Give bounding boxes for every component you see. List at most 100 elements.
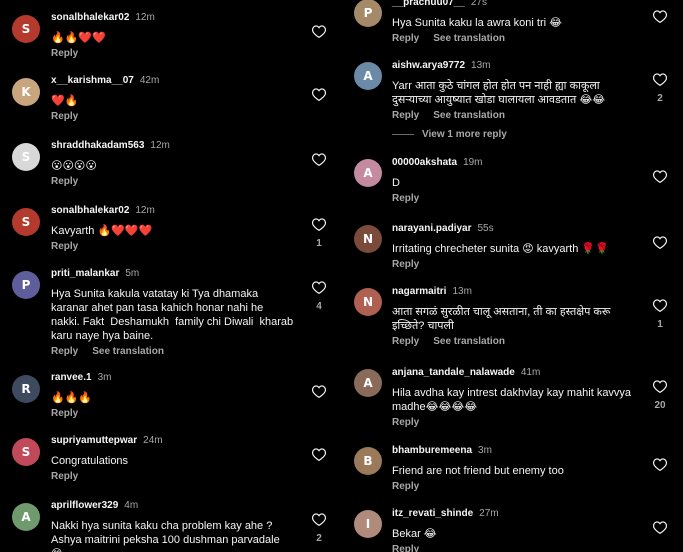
username-link[interactable]: anjana_tandale_nalawade: [392, 367, 515, 378]
comment-actions: Reply: [392, 544, 433, 552]
see-translation-button[interactable]: See translation: [433, 336, 505, 347]
comment-header: priti_malankar 5m: [51, 268, 139, 280]
comment-header: __prachuu07__ 27s: [392, 0, 487, 9]
heart-icon[interactable]: [312, 25, 326, 38]
avatar[interactable]: B: [354, 447, 382, 475]
username-link[interactable]: bhamburemeena: [392, 445, 472, 456]
username-link[interactable]: nagarmaitri: [392, 286, 446, 297]
comment-text: Friend are not friend but enemy too: [392, 465, 564, 477]
reply-button[interactable]: Reply: [51, 111, 78, 122]
avatar[interactable]: A: [354, 159, 382, 187]
reply-button[interactable]: Reply: [51, 176, 78, 187]
avatar[interactable]: N: [354, 288, 382, 316]
reply-button[interactable]: Reply: [392, 259, 419, 270]
comment-time: 13m: [452, 286, 472, 297]
heart-icon[interactable]: [653, 170, 667, 183]
avatar[interactable]: S: [12, 143, 40, 171]
comment-text: आता सगळं सुरळीत चालू असताना, ती का हस्तक…: [392, 306, 611, 332]
heart-icon[interactable]: [312, 218, 326, 231]
like-control: 2: [650, 73, 670, 104]
comment-header: supriyamuttepwar 24m: [51, 435, 163, 447]
heart-icon[interactable]: [653, 521, 667, 534]
comment-text: 🔥🔥❤️❤️: [51, 32, 106, 44]
reply-button[interactable]: Reply: [51, 346, 78, 357]
comment-actions: Reply: [392, 259, 433, 271]
username-link[interactable]: itz_revati_shinde: [392, 508, 473, 519]
avatar[interactable]: S: [12, 208, 40, 236]
heart-icon[interactable]: [653, 299, 667, 312]
username-link[interactable]: aishw.arya9772: [392, 60, 465, 71]
avatar[interactable]: P: [354, 0, 382, 27]
avatar[interactable]: R: [12, 375, 40, 403]
avatar[interactable]: S: [12, 15, 40, 43]
username-link[interactable]: shraddhakadam563: [51, 140, 144, 151]
reply-button[interactable]: Reply: [392, 110, 419, 121]
comment-actions: Reply: [392, 417, 433, 429]
comment-time: 12m: [135, 205, 155, 216]
username-link[interactable]: supriyamuttepwar: [51, 435, 137, 446]
heart-icon[interactable]: [312, 153, 326, 166]
avatar-initial: N: [362, 295, 374, 309]
heart-icon[interactable]: [653, 458, 667, 471]
comment-header: sonalbhalekar02 12m: [51, 205, 155, 217]
heart-icon[interactable]: [653, 380, 667, 393]
reply-button[interactable]: Reply: [51, 471, 78, 482]
avatar[interactable]: I: [354, 510, 382, 538]
avatar[interactable]: N: [354, 225, 382, 253]
view-more-replies-button[interactable]: View 1 more reply: [392, 129, 507, 140]
reply-button[interactable]: Reply: [392, 336, 419, 347]
like-control: [650, 170, 670, 190]
heart-icon[interactable]: [312, 513, 326, 526]
avatar[interactable]: K: [12, 78, 40, 106]
avatar[interactable]: P: [12, 271, 40, 299]
username-link[interactable]: sonalbhalekar02: [51, 12, 129, 23]
like-control: [309, 88, 329, 108]
heart-icon[interactable]: [653, 236, 667, 249]
see-translation-button[interactable]: See translation: [92, 346, 164, 357]
heart-icon[interactable]: [653, 73, 667, 86]
heart-icon[interactable]: [653, 10, 667, 23]
avatar[interactable]: A: [354, 62, 382, 90]
comment-header: nagarmaitri 13m: [392, 286, 472, 298]
username-link[interactable]: sonalbhalekar02: [51, 205, 129, 216]
reply-button[interactable]: Reply: [392, 193, 419, 204]
reply-button[interactable]: Reply: [51, 48, 78, 59]
username-link[interactable]: x__karishma__07: [51, 75, 134, 86]
reply-button[interactable]: Reply: [392, 417, 419, 428]
avatar-initial: N: [362, 232, 374, 246]
comment-time: 4m: [124, 500, 139, 511]
reply-button[interactable]: Reply: [51, 408, 78, 419]
comment-header: x__karishma__07 42m: [51, 75, 159, 87]
reply-button[interactable]: Reply: [392, 33, 419, 44]
comment-text: Congratulations: [51, 455, 129, 467]
avatar[interactable]: A: [12, 503, 40, 531]
heart-icon[interactable]: [312, 281, 326, 294]
username-link[interactable]: priti_malankar: [51, 268, 119, 279]
avatar[interactable]: A: [354, 369, 382, 397]
reply-button[interactable]: Reply: [392, 481, 419, 492]
heart-icon[interactable]: [312, 385, 326, 398]
username-link[interactable]: ranvee.1: [51, 372, 92, 383]
reply-button[interactable]: Reply: [51, 241, 78, 252]
comment-header: bhamburemeena 3m: [392, 445, 492, 457]
comment-text: 🔥🔥🔥: [51, 392, 93, 404]
like-control: [309, 25, 329, 45]
username-link[interactable]: aprilflower329: [51, 500, 118, 511]
username-link[interactable]: 00000akshata: [392, 157, 457, 168]
heart-icon[interactable]: [312, 88, 326, 101]
like-control: 1: [309, 218, 329, 249]
comments-screen: Ssonalbhalekar02 12m 🔥🔥❤️❤️ Reply Kx__karish…: [0, 0, 683, 552]
avatar[interactable]: S: [12, 438, 40, 466]
see-translation-button[interactable]: See translation: [433, 110, 505, 121]
comment-header: itz_revati_shinde 27m: [392, 508, 499, 520]
see-translation-button[interactable]: See translation: [433, 33, 505, 44]
heart-icon[interactable]: [312, 448, 326, 461]
like-count: 1: [316, 238, 322, 249]
username-link[interactable]: narayani.padiyar: [392, 223, 471, 234]
comment-time: 12m: [150, 140, 170, 151]
reply-button[interactable]: Reply: [392, 544, 419, 552]
username-link[interactable]: __prachuu07__: [392, 0, 465, 8]
comment-actions: Reply: [51, 471, 92, 483]
comment-time: 5m: [125, 268, 140, 279]
avatar-initial: B: [363, 454, 373, 468]
